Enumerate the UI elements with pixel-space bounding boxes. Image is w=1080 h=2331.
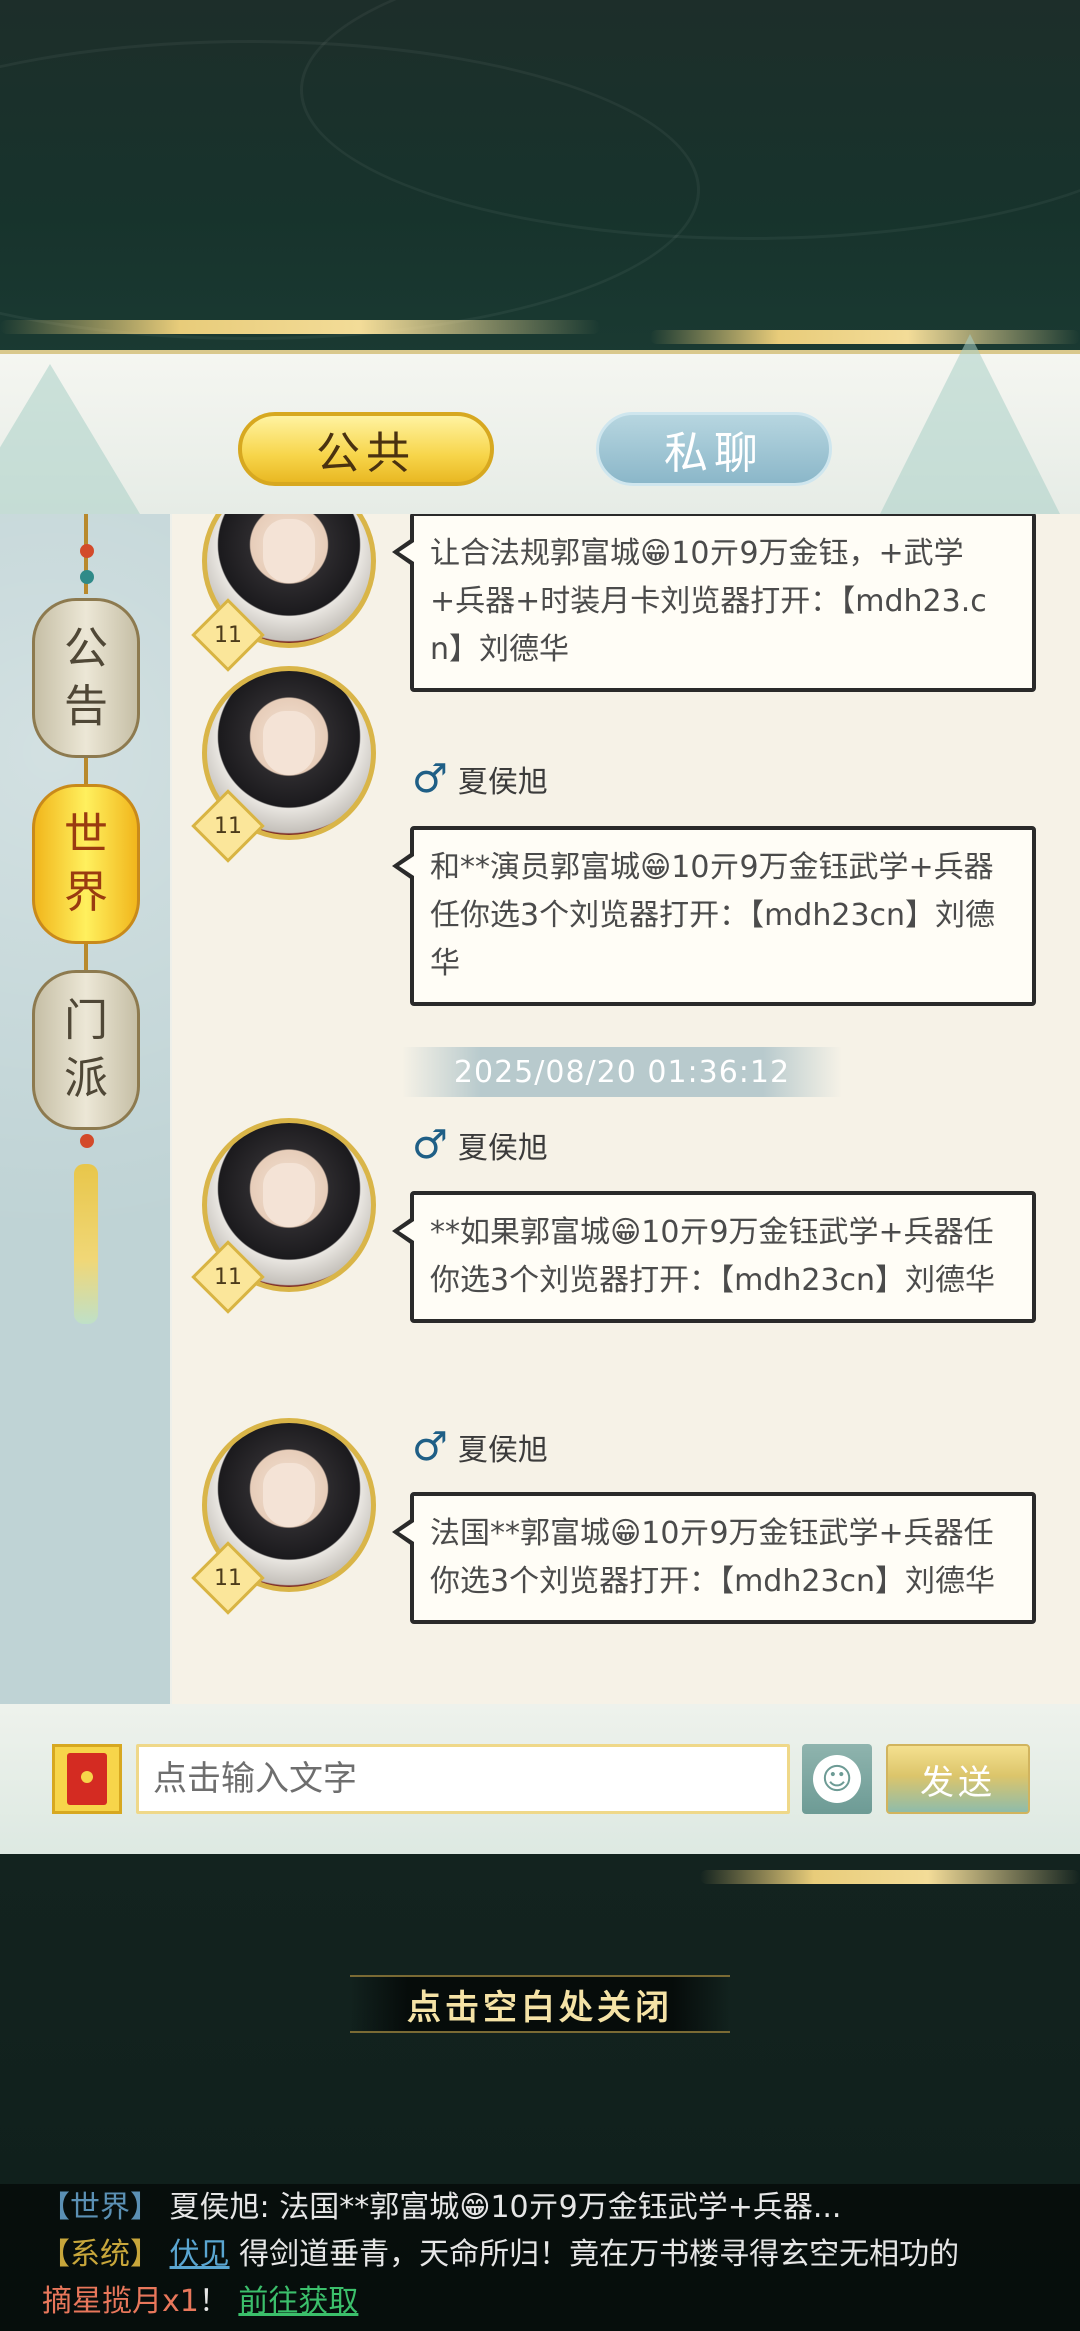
mountain-decoration <box>0 364 140 514</box>
message-ticker[interactable]: 【世界】 夏侯旭: 法国**郭富城😁10亓9万金钰武学+兵器... 【系统】 伏… <box>0 2184 1080 2331</box>
message-bubble[interactable]: 让合法规郭富城😁10亓9万金钰，+武学+兵器+时装月卡刘览器打开：【mdh23.… <box>392 514 1036 692</box>
ticker-text: 夏侯旭: 法国**郭富城😁10亓9万金钰武学+兵器... <box>169 2190 842 2225</box>
lantern-label: 界 <box>64 867 108 918</box>
red-packet-icon <box>67 1753 107 1805</box>
male-icon: ♂ <box>412 1424 448 1470</box>
sender-name[interactable]: 夏侯旭 <box>458 1123 548 1167</box>
send-button[interactable]: 发送 <box>886 1744 1030 1814</box>
ticker-text: 得剑道垂青，天命所归！竟在万书楼寻得玄空无相功的 <box>239 2237 960 2272</box>
message-bubble[interactable]: 法国**郭富城😁10亓9万金钰武学+兵器任你选3个刘览器打开：【mdh23cn】… <box>392 1492 1036 1624</box>
channel-sect[interactable]: 门 派 <box>32 970 140 1130</box>
red-packet-button[interactable] <box>52 1744 122 1814</box>
message-list[interactable]: 11 让合法规郭富城😁10亓9万金钰，+武学+兵器+时装月卡刘览器打开：【mdh… <box>172 514 1080 1704</box>
ticker-line: 摘星揽月x1！ 前往获取 <box>40 2278 1080 2325</box>
message-bubble[interactable]: 和**演员郭富城😁10亓9万金钰武学+兵器任你选3个刘览器打开：【mdh23cn… <box>392 826 1036 1006</box>
sender-name[interactable]: 夏侯旭 <box>458 757 548 801</box>
level-value: 11 <box>214 813 242 839</box>
ticker-item: 摘星揽月x1 <box>42 2284 199 2319</box>
ticker-tag-world: 【世界】 <box>40 2190 160 2225</box>
tab-private[interactable]: 私聊 <box>596 412 832 486</box>
message-timestamp: 2025/08/20 01:36:12 <box>402 1047 842 1097</box>
sender-row: ♂ 夏侯旭 <box>412 756 548 802</box>
tab-public[interactable]: 公共 <box>238 412 494 486</box>
ticker-line: 【系统】 伏见 得剑道垂青，天命所归！竟在万书楼寻得玄空无相功的 <box>40 2231 1080 2278</box>
chat-panel: 公共 私聊 公 告 世 界 门 派 11 让合法规郭富城😁10亓9万金钰，+武学… <box>0 334 1080 1854</box>
lantern-label: 派 <box>64 1053 108 1104</box>
mountain-decoration <box>880 334 1060 514</box>
emoji-icon: ☺ <box>813 1755 861 1803</box>
male-icon: ♂ <box>412 756 448 802</box>
level-value: 11 <box>214 1264 242 1290</box>
lantern-label: 公 <box>64 623 108 674</box>
male-icon: ♂ <box>412 1122 448 1168</box>
tassel-decoration <box>74 1164 98 1324</box>
close-hint[interactable]: 点击空白处关闭 <box>350 1975 730 2033</box>
sender-row: ♂ 夏侯旭 <box>412 1122 548 1168</box>
channel-world[interactable]: 世 界 <box>32 784 140 944</box>
message-bubble[interactable]: **如果郭富城😁10亓9万金钰武学+兵器任你选3个刘览器打开：【mdh23cn】… <box>392 1191 1036 1323</box>
ticker-line: 【世界】 夏侯旭: 法国**郭富城😁10亓9万金钰武学+兵器... <box>40 2184 1080 2231</box>
ticker-go-link[interactable]: 前往获取 <box>238 2284 358 2319</box>
background-scenery-top <box>0 0 1080 360</box>
chat-header: 公共 私聊 <box>0 334 1080 514</box>
lantern-label: 门 <box>64 995 108 1046</box>
lantern-label: 告 <box>64 681 108 732</box>
sender-name[interactable]: 夏侯旭 <box>458 1425 548 1469</box>
ticker-player-link[interactable]: 伏见 <box>170 2237 230 2272</box>
channel-sidebar: 公 告 世 界 门 派 <box>0 514 170 1704</box>
ticker-separator: ！ <box>198 2284 229 2319</box>
emoji-button[interactable]: ☺ <box>802 1744 872 1814</box>
message-input[interactable] <box>136 1744 790 1814</box>
lantern-label: 世 <box>64 809 108 860</box>
channel-announcement[interactable]: 公 告 <box>32 598 140 758</box>
level-value: 11 <box>214 1565 242 1591</box>
sender-row: ♂ 夏侯旭 <box>412 1424 548 1470</box>
level-value: 11 <box>214 622 242 648</box>
ticker-tag-system: 【系统】 <box>40 2237 160 2272</box>
input-bar: ☺ 发送 <box>0 1704 1080 1854</box>
